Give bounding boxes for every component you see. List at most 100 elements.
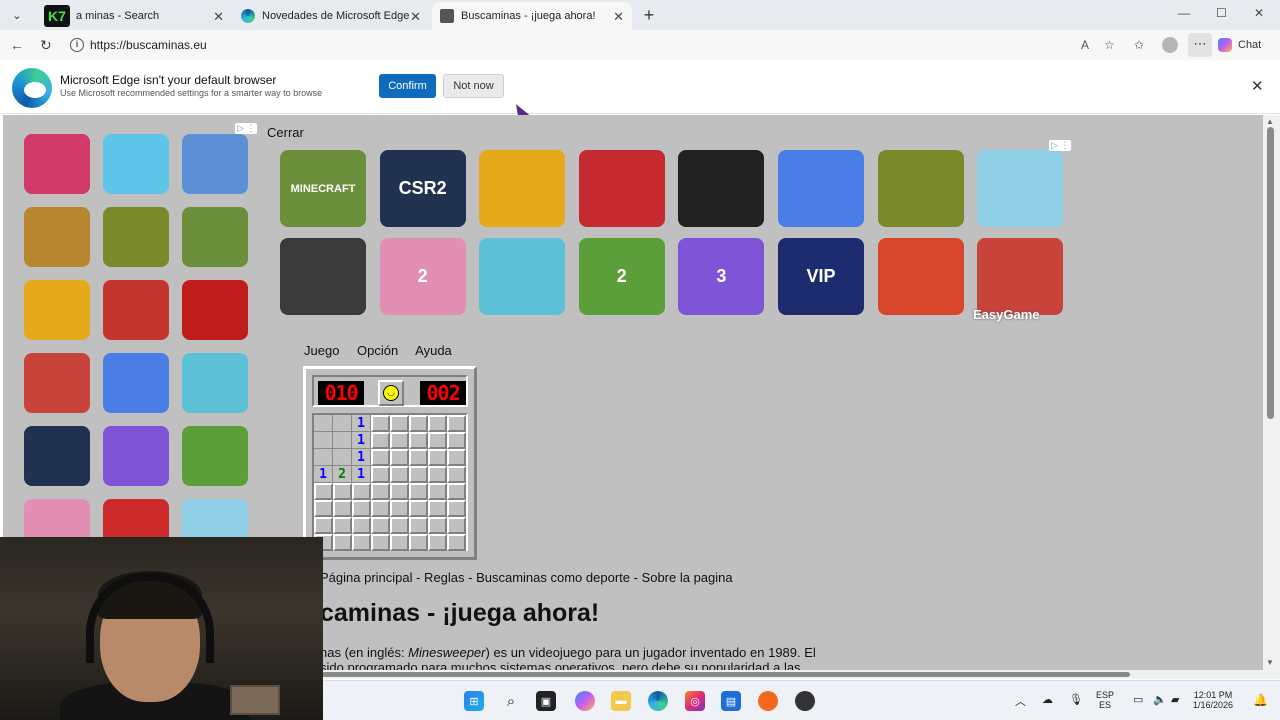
mine-cell-closed[interactable] (333, 534, 352, 551)
scroll-up-icon[interactable]: ▲ (1266, 117, 1274, 126)
game-icon-pokemon[interactable] (24, 134, 90, 194)
url-field[interactable]: i https://buscaminas.eu (62, 33, 1127, 57)
mine-cell-closed[interactable] (409, 500, 428, 517)
mine-cell-closed[interactable] (409, 432, 428, 449)
tab-search[interactable]: K7 a minas - Search ✕ (36, 2, 232, 30)
scroll-thumb[interactable] (322, 672, 1130, 677)
tab-edge-news[interactable]: Novedades de Microsoft Edge ✕ (233, 2, 429, 30)
mine-cell-closed[interactable] (314, 500, 333, 517)
ad-game-icon-minecraft[interactable]: MINECRAFT (280, 150, 366, 227)
mine-cell-closed[interactable] (428, 415, 447, 432)
close-ad-link[interactable]: Cerrar (267, 125, 304, 140)
new-tab-icon[interactable]: + (640, 5, 658, 26)
clock[interactable]: 12:01 PM 1/16/2026 (1193, 690, 1233, 710)
search-icon[interactable]: ⌕ (501, 691, 521, 711)
mine-cell-closed[interactable] (447, 449, 466, 466)
site-info-icon[interactable]: i (70, 38, 84, 52)
file-explorer-icon[interactable]: ▬ (611, 691, 631, 711)
game-icon-minecraft[interactable] (182, 207, 248, 267)
ad-game-icon-talking-angela-2[interactable]: 2 (379, 238, 466, 315)
ad-game-icon-piano-tiles-3[interactable]: 3 (678, 238, 765, 315)
ad-game-icon-poppy-playtime[interactable] (578, 150, 665, 227)
network-icon[interactable]: ▭ (1133, 693, 1143, 706)
game-icon-archer[interactable] (182, 353, 248, 413)
ad-game-icon-subway-surfers[interactable] (977, 238, 1064, 315)
mine-cell-closed[interactable] (447, 534, 466, 551)
more-menu-icon[interactable]: ⋯ (1188, 33, 1212, 57)
tab-actions-menu[interactable]: ⌄ (6, 5, 28, 25)
mine-cell-closed[interactable] (352, 534, 371, 551)
mine-cell-closed[interactable] (447, 466, 466, 483)
mine-cell-closed[interactable] (390, 517, 409, 534)
mine-cell-closed[interactable] (390, 415, 409, 432)
microphone-icon[interactable]: 🎙 (1069, 693, 1083, 706)
mine-cell-closed[interactable] (371, 483, 390, 500)
game-icon-hero-wars[interactable] (182, 134, 248, 194)
ad-game-icon-temple-run[interactable] (877, 150, 964, 227)
instagram-icon[interactable]: ◎ (685, 691, 705, 711)
mine-cell-closed[interactable] (447, 517, 466, 534)
confirm-button[interactable]: Confirm (379, 74, 436, 98)
profile-avatar-icon[interactable] (1162, 37, 1178, 53)
edge-icon[interactable] (648, 691, 668, 711)
game-icon-subway-surfers[interactable] (24, 353, 90, 413)
menu-juego[interactable]: Juego (304, 343, 339, 358)
ad-game-icon-snake[interactable] (778, 150, 864, 227)
game-icon-csr2[interactable] (24, 426, 90, 486)
mine-cell-closed[interactable] (390, 466, 409, 483)
task-view-icon[interactable]: ▣ (536, 691, 556, 711)
ad-choices-icon[interactable]: ▷ ⋮ (235, 123, 258, 134)
mine-cell-closed[interactable] (409, 534, 428, 551)
notifications-icon[interactable]: 🔔 (1253, 693, 1268, 707)
mine-cell-closed[interactable] (371, 415, 390, 432)
window-close-icon[interactable]: ✕ (1254, 6, 1264, 20)
mine-cell-closed[interactable] (333, 517, 352, 534)
game-icon-snake[interactable] (103, 353, 169, 413)
close-notification-icon[interactable]: ✕ (1251, 77, 1264, 95)
refresh-icon[interactable]: ↻ (40, 37, 52, 54)
mine-cell-closed[interactable] (428, 466, 447, 483)
copilot-chat-button[interactable]: Chat (1218, 35, 1261, 55)
mine-cell-closed[interactable] (352, 483, 371, 500)
mine-cell-closed[interactable] (390, 534, 409, 551)
close-icon[interactable]: ✕ (613, 9, 624, 25)
not-now-button[interactable]: Not now (443, 74, 504, 98)
mine-cell-closed[interactable] (428, 534, 447, 551)
reset-smiley-button[interactable]: ◡ (378, 380, 404, 406)
vertical-scrollbar[interactable]: ▲ ▼ (1263, 115, 1280, 670)
firefox-icon[interactable] (758, 691, 778, 711)
mine-cell-closed[interactable] (428, 517, 447, 534)
game-icon-geometry-dash[interactable] (24, 280, 90, 340)
favorites-icon[interactable]: ✩ (1134, 38, 1144, 52)
ad-game-icon-hill-climb-2[interactable]: 2 (578, 238, 665, 315)
mine-cell-closed[interactable] (352, 500, 371, 517)
mine-cell-closed[interactable] (371, 500, 390, 517)
menu-opcion[interactable]: Opción (357, 343, 398, 358)
start-icon[interactable]: ⊞ (464, 691, 484, 711)
site-nav-links[interactable]: Página principal - Reglas - Buscaminas c… (320, 570, 733, 585)
mine-cell-closed[interactable] (371, 534, 390, 551)
mine-cell-closed[interactable] (409, 517, 428, 534)
mine-cell-closed[interactable] (447, 415, 466, 432)
favorite-star-icon[interactable]: ☆ (1104, 38, 1115, 52)
mine-cell-closed[interactable] (409, 466, 428, 483)
ad-game-icon-sky-force[interactable] (280, 238, 366, 315)
game-icon-clash-of-clans[interactable] (24, 207, 90, 267)
mine-cell-closed[interactable] (428, 483, 447, 500)
maximize-icon[interactable]: ☐ (1216, 6, 1227, 20)
mine-cell-closed[interactable] (428, 500, 447, 517)
copilot-icon[interactable] (575, 691, 595, 711)
show-hidden-icons[interactable]: ︿ (1015, 693, 1026, 709)
game-icon-toca-world[interactable] (103, 134, 169, 194)
mine-cell-closed[interactable] (447, 500, 466, 517)
mine-cell-closed[interactable] (314, 483, 333, 500)
close-icon[interactable]: ✕ (410, 9, 421, 25)
back-icon[interactable]: ← (10, 37, 24, 53)
mine-cell-closed[interactable] (371, 432, 390, 449)
ad-game-icon-roblox[interactable] (678, 150, 765, 227)
mine-cell-closed[interactable] (333, 483, 352, 500)
scroll-down-icon[interactable]: ▼ (1266, 658, 1274, 667)
mine-cell-closed[interactable] (447, 483, 466, 500)
close-icon[interactable]: ✕ (213, 9, 224, 25)
battery-icon[interactable]: ▰ (1171, 693, 1179, 706)
